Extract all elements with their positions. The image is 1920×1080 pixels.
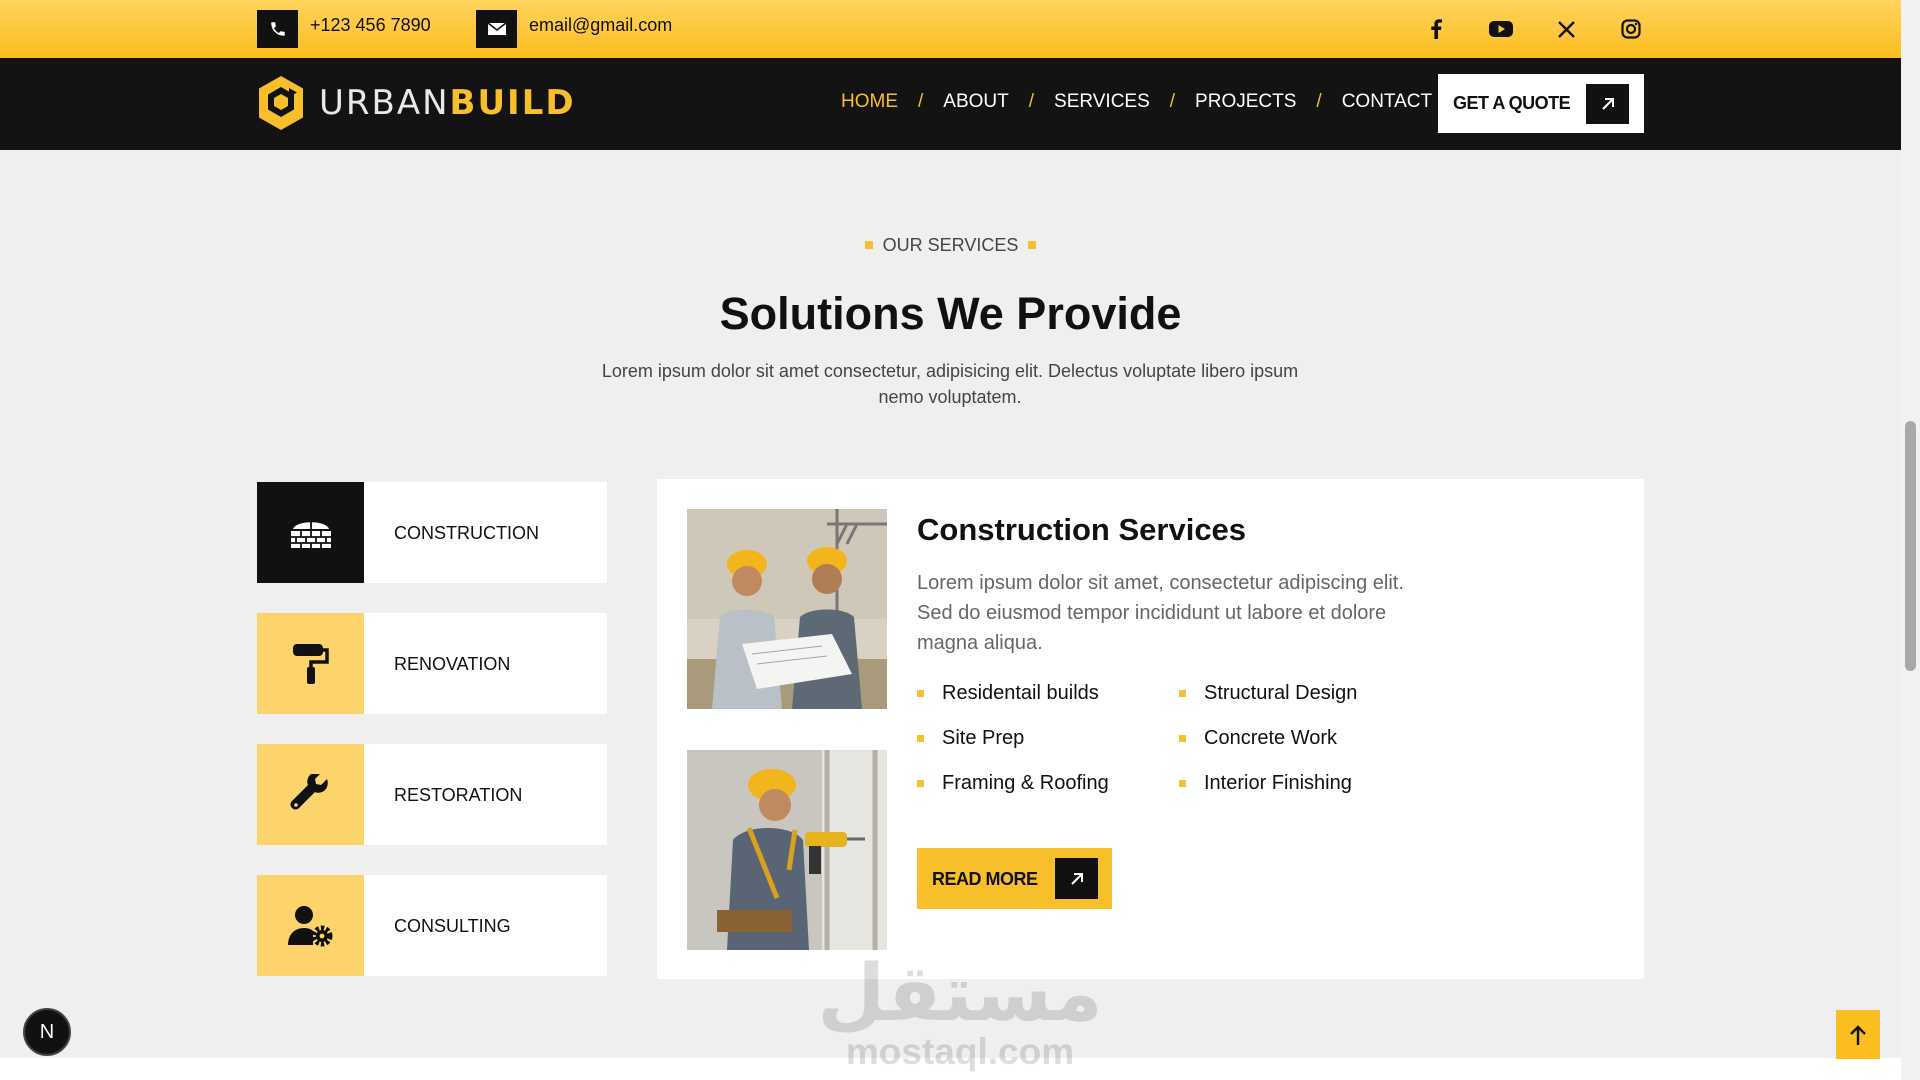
arrow-up-right-icon (1055, 858, 1098, 899)
engineers-reviewing-plans-photo (687, 509, 887, 709)
feature-item: Structural Design (1179, 682, 1357, 705)
tab-consulting[interactable]: CONSULTING (257, 875, 607, 976)
bullet-square (1179, 735, 1186, 742)
envelope-icon (476, 10, 517, 48)
worker-drilling-photo (687, 750, 887, 950)
bullet-square (917, 690, 924, 697)
phone-icon (257, 10, 298, 48)
nav-menu: HOME / ABOUT / SERVICES / PROJECTS / CON… (841, 91, 1432, 113)
nav-separator: / (918, 91, 924, 112)
tab-construction[interactable]: CONSTRUCTION (257, 482, 607, 583)
nav-contact[interactable]: CONTACT (1342, 91, 1432, 113)
bullet-square (1179, 690, 1186, 697)
nav-separator: / (1316, 91, 1322, 112)
scroll-to-top-button[interactable] (1836, 1010, 1880, 1059)
tab-label: RENOVATION (394, 654, 511, 674)
top-bar: +123 456 7890 email@gmail.com (0, 0, 1901, 58)
feature-item: Concrete Work (1179, 727, 1337, 750)
get-quote-label: GET A QUOTE (1453, 93, 1571, 113)
feature-item: Site Prep (917, 727, 1024, 750)
youtube-icon[interactable] (1488, 16, 1514, 42)
nav-about[interactable]: ABOUT (943, 91, 1008, 113)
section-eyebrow: OUR SERVICES (0, 235, 1901, 256)
bullet-square (1179, 780, 1186, 787)
brick-wall-icon (257, 482, 364, 583)
instagram-icon[interactable] (1618, 16, 1644, 42)
nav-separator: / (1169, 91, 1176, 112)
nav-separator: / (1028, 91, 1035, 112)
brand-logo[interactable]: URBANBUILD (256, 74, 576, 132)
email-contact[interactable]: email@gmail.com (476, 10, 672, 48)
phone-contact[interactable]: +123 456 7890 (257, 10, 431, 48)
brand-name: URBANBUILD (319, 83, 576, 123)
facebook-icon[interactable] (1423, 16, 1449, 42)
service-detail-card: Construction Services Lorem ipsum dolor … (657, 479, 1644, 979)
service-description: Lorem ipsum dolor sit amet, consectetur … (917, 572, 1404, 654)
tab-restoration[interactable]: RESTORATION (257, 744, 607, 845)
logo-hexagon-icon (259, 76, 303, 130)
feature-item: Framing & Roofing (917, 772, 1109, 795)
feature-item: Residentail builds (917, 682, 1099, 705)
tab-label: CONSTRUCTION (394, 523, 539, 543)
tab-renovation[interactable]: RENOVATION (257, 613, 607, 714)
wrench-icon (257, 744, 364, 845)
paint-roller-icon (257, 613, 364, 714)
x-icon[interactable] (1553, 16, 1579, 42)
bullet-square (917, 735, 924, 742)
nav-home[interactable]: HOME (841, 91, 898, 113)
bullet-square (917, 780, 924, 787)
bullet-square (1028, 240, 1037, 249)
page-scrollbar[interactable] (1901, 0, 1920, 1080)
tab-label: RESTORATION (394, 785, 523, 805)
framework-badge[interactable]: N (23, 1008, 71, 1056)
read-more-label: READ MORE (932, 869, 1038, 889)
feature-item: Interior Finishing (1179, 772, 1352, 795)
bullet-square (864, 240, 873, 249)
tab-label: CONSULTING (394, 916, 511, 936)
arrow-up-icon (1850, 1024, 1866, 1045)
read-more-button[interactable]: READ MORE (917, 848, 1112, 909)
section-subtitle: Lorem ipsum dolor sit amet consectetur, … (601, 361, 1299, 407)
nav-services[interactable]: SERVICES (1054, 91, 1150, 113)
arrow-up-right-icon (1586, 84, 1629, 124)
service-title: Construction Services (917, 512, 1247, 547)
nav-projects[interactable]: PROJECTS (1195, 91, 1296, 113)
scrollbar-thumb[interactable] (1905, 421, 1916, 671)
get-quote-button[interactable]: GET A QUOTE (1438, 74, 1644, 133)
user-gear-icon (257, 875, 364, 976)
section-title: Solutions We Provide (719, 288, 1182, 339)
phone-number: +123 456 7890 (310, 15, 431, 35)
next-section-edge (0, 1058, 1901, 1080)
email-address: email@gmail.com (529, 15, 673, 35)
